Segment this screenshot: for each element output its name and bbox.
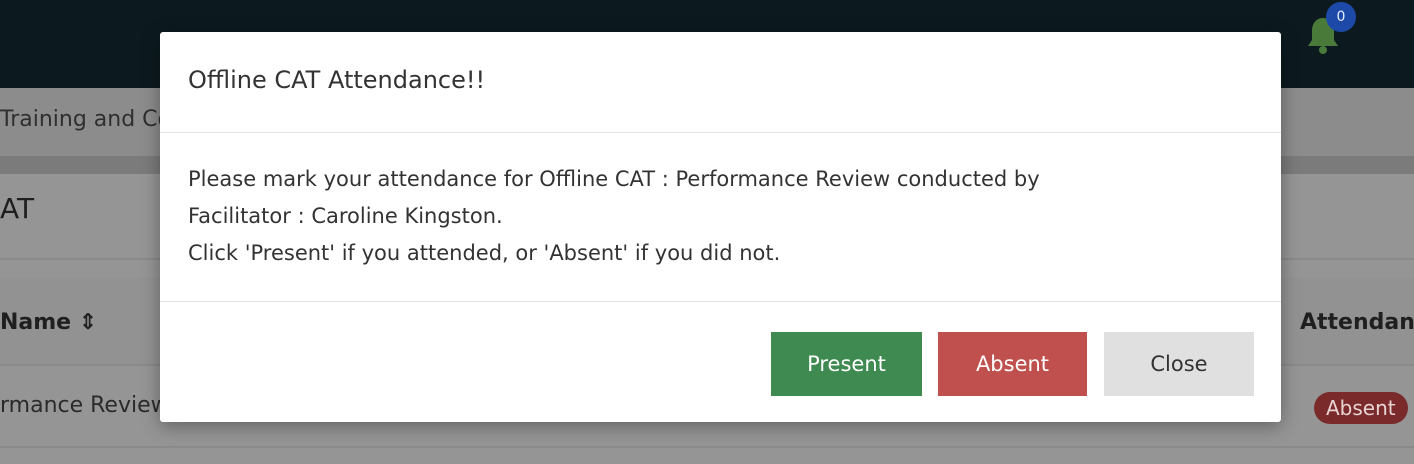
- modal-header: Offline CAT Attendance!!: [160, 32, 1281, 133]
- modal-message-line: Facilitator : Caroline Kingston.: [188, 204, 503, 228]
- column-header-name[interactable]: Name ⇕: [0, 310, 97, 335]
- present-button[interactable]: Present: [771, 332, 922, 396]
- column-header-attendance[interactable]: Attendanc: [1300, 310, 1414, 335]
- attendance-status-badge: Absent: [1314, 392, 1408, 424]
- attendance-modal: Offline CAT Attendance!! Please mark you…: [160, 32, 1281, 422]
- modal-message-line: Please mark your attendance for Offline …: [188, 167, 1040, 191]
- absent-button[interactable]: Absent: [938, 332, 1087, 396]
- modal-body: Please mark your attendance for Offline …: [160, 133, 1281, 302]
- panel-title: AT: [0, 192, 35, 225]
- modal-message-line: Click 'Present' if you attended, or 'Abs…: [188, 241, 781, 265]
- breadcrumb[interactable]: Training and Co: [0, 107, 171, 132]
- close-button[interactable]: Close: [1104, 332, 1254, 396]
- notification-count-badge: 0: [1326, 2, 1356, 32]
- modal-title: Offline CAT Attendance!!: [188, 66, 486, 94]
- table-cell-name: rmance Review: [0, 393, 169, 418]
- divider: [0, 446, 1414, 448]
